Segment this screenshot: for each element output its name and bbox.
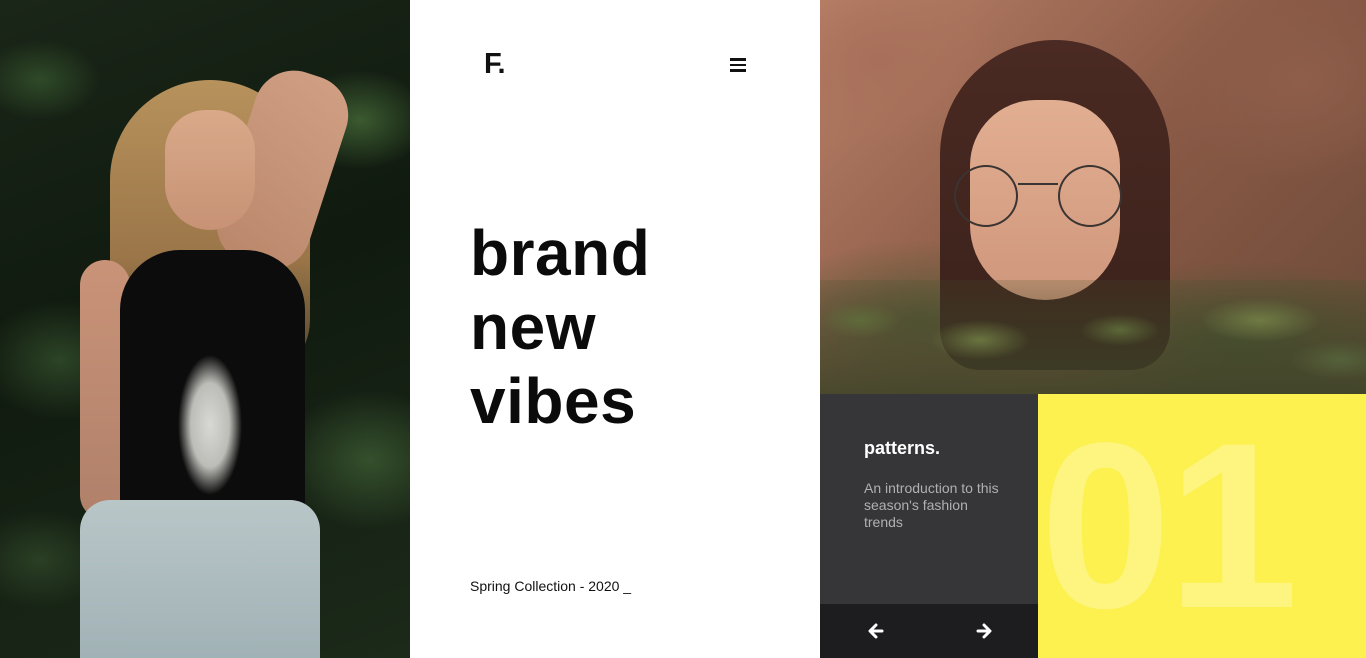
slide-number-card: 01 [1038, 394, 1366, 658]
glasses-lens [1058, 165, 1122, 227]
model-photo-left [0, 0, 410, 658]
glasses-lens [954, 165, 1018, 227]
photo-foliage [820, 280, 1366, 394]
headline-line: brand [470, 217, 651, 289]
arrow-right-icon[interactable] [974, 621, 994, 641]
photo-glasses [950, 155, 1135, 235]
feature-description: An introduction to this season's fashion… [864, 480, 999, 530]
hamburger-menu-icon[interactable] [728, 56, 748, 74]
photo-skeleton-print [170, 325, 250, 505]
slider-nav [820, 604, 1038, 658]
menu-bar [730, 69, 746, 72]
photo-face [165, 110, 255, 230]
feature-title: patterns. [864, 438, 941, 458]
headline-line: vibes [470, 365, 637, 437]
collection-subtitle: Spring Collection - 2020 _ [470, 578, 632, 594]
feature-card: patterns. An introduction to this season… [820, 394, 1038, 604]
model-photo-right [820, 0, 1366, 394]
page: F. brand new vibes Spring Collection - 2… [0, 0, 1366, 658]
photo-jeans [80, 500, 320, 658]
slide-number: 01 [1040, 394, 1299, 658]
arrow-left-icon[interactable] [866, 621, 886, 641]
headline-line: new [470, 291, 596, 363]
menu-bar [730, 63, 746, 67]
hero-headline: brand new vibes [470, 216, 650, 438]
brand-logo[interactable]: F. [484, 48, 506, 81]
glasses-bridge [1018, 183, 1058, 185]
menu-bar [730, 58, 746, 61]
hero-panel: F. brand new vibes Spring Collection - 2… [410, 0, 820, 658]
